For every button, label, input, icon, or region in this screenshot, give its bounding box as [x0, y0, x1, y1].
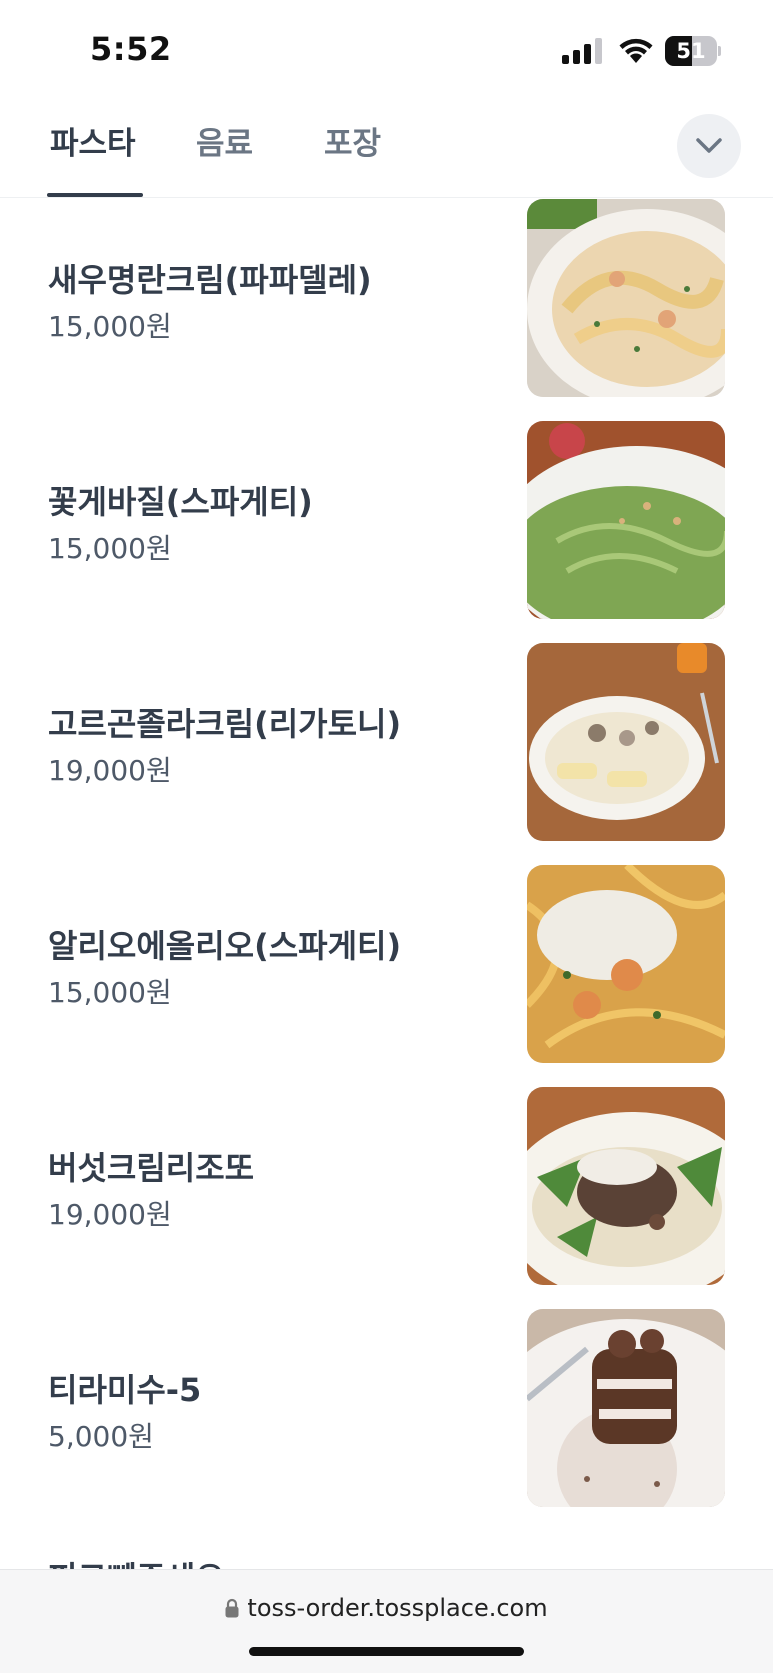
address-bar[interactable]: toss-order.tossplace.com	[0, 1594, 773, 1622]
tab-drinks[interactable]: 음료	[196, 118, 253, 163]
menu-item[interactable]: 티라미수-5 5,000원	[0, 1309, 773, 1509]
menu-item-name: 새우명란크림(파파델레)	[48, 261, 372, 299]
menu-item-price: 15,000원	[48, 310, 172, 343]
status-bar: 5:52 51	[0, 0, 773, 100]
battery-level: 51	[676, 39, 706, 63]
home-indicator[interactable]	[249, 1647, 524, 1656]
menu-item-photo	[527, 865, 725, 1063]
menu-item-price: 5,000원	[48, 1420, 154, 1453]
menu-item[interactable]: 새우명란크림(파파델레) 15,000원	[0, 199, 773, 399]
menu-item-name: 티라미수-5	[48, 1371, 202, 1409]
menu-item-name: 꽃게바질(스파게티)	[48, 483, 313, 521]
url-text: toss-order.tossplace.com	[247, 1594, 548, 1622]
menu-list: 새우명란크림(파파델레) 15,000원 꽃게바질(스파게티) 15,000원	[0, 199, 773, 1569]
menu-item-name: 버섯크림리조또	[48, 1149, 255, 1187]
menu-item-name: 피코뻬주세오	[48, 1553, 225, 1569]
menu-item-photo	[527, 1087, 725, 1285]
menu-item-photo	[527, 421, 725, 619]
lock-icon	[225, 1598, 239, 1618]
cellular-signal-icon	[562, 38, 602, 64]
menu-item-name: 알리오에올리오(스파게티)	[48, 927, 402, 965]
menu-item[interactable]: 피코뻬주세오	[0, 1531, 773, 1569]
menu-item[interactable]: 알리오에올리오(스파게티) 15,000원	[0, 865, 773, 1065]
menu-item-photo	[527, 199, 725, 397]
battery-icon: 51	[665, 36, 721, 66]
active-tab-indicator	[47, 193, 143, 197]
menu-item-price: 19,000원	[48, 1198, 172, 1231]
expand-categories-button[interactable]	[677, 114, 741, 178]
menu-item-name: 고르곤졸라크림(리가토니)	[48, 705, 402, 743]
category-tabs: 파스타 음료 포장	[0, 100, 773, 198]
tab-takeout[interactable]: 포장	[324, 118, 381, 163]
menu-item-photo	[527, 643, 725, 841]
chevron-down-icon	[696, 138, 722, 153]
browser-bar: toss-order.tossplace.com	[0, 1569, 773, 1673]
status-time: 5:52	[90, 30, 172, 68]
menu-item[interactable]: 고르곤졸라크림(리가토니) 19,000원	[0, 643, 773, 843]
menu-item[interactable]: 꽃게바질(스파게티) 15,000원	[0, 421, 773, 621]
menu-item-photo	[527, 1309, 725, 1507]
menu-item-price: 19,000원	[48, 754, 172, 787]
menu-item-price: 15,000원	[48, 532, 172, 565]
menu-item[interactable]: 버섯크림리조또 19,000원	[0, 1087, 773, 1287]
tab-pasta[interactable]: 파스타	[50, 118, 136, 163]
menu-item-price: 15,000원	[48, 976, 172, 1009]
wifi-icon	[619, 38, 653, 63]
